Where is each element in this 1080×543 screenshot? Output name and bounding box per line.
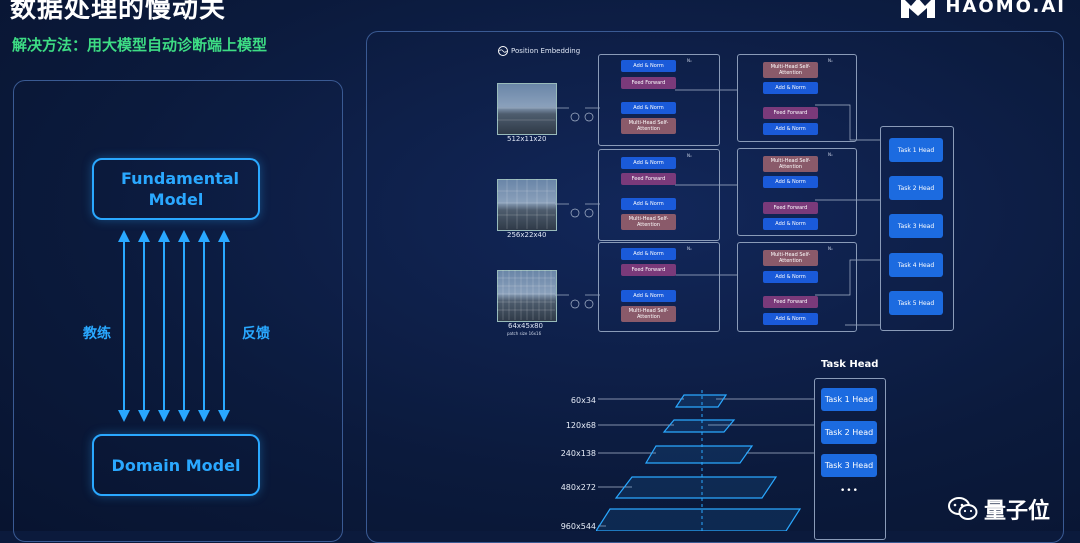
feed-forward-block: Feed Forward — [763, 296, 818, 308]
pyramid-level-5-label: 960x544 — [560, 522, 596, 531]
nx-label-6: Nₓ — [828, 246, 833, 251]
fundamental-model-box: Fundamental Model — [92, 158, 260, 220]
add-norm-block: Add & Norm — [621, 290, 676, 302]
add-norm-block: Add & Norm — [763, 82, 818, 94]
feed-forward-block: Feed Forward — [621, 77, 676, 89]
task-head-title: Task Head — [821, 359, 879, 370]
task-head-bottom-2: Task 2 Head — [821, 421, 877, 444]
add-norm-block: Add & Norm — [763, 123, 818, 135]
input-size-3: 64x45x80 — [508, 322, 544, 330]
coach-label: 教练 — [83, 326, 111, 342]
task-head-bottom-3: Task 3 Head — [821, 454, 877, 477]
slide-title: 数据处理的慢动关 — [10, 0, 227, 24]
input-size-1: 512x11x20 — [507, 135, 547, 143]
self-attention-block: Multi-Head Self-Attention — [763, 62, 818, 78]
bidirectional-arrows — [118, 230, 230, 422]
feed-forward-block: Feed Forward — [621, 173, 676, 185]
domain-model-box: Domain Model — [92, 434, 260, 496]
pyramid-level-4-label: 480x272 — [560, 483, 596, 492]
haomo-logo: HAOMO.AI — [899, 0, 1066, 20]
fundamental-model-label: Fundamental Model — [121, 169, 240, 209]
nx-label-4: Nₓ — [828, 58, 833, 63]
feed-forward-block: Feed Forward — [763, 202, 818, 214]
watermark: 量子位 — [947, 493, 1050, 525]
feature-pyramid — [596, 390, 814, 531]
slide-subtitle: 解决方法：用大模型自动诊断端上模型 — [12, 36, 268, 54]
task-head-5: Task 5 Head — [889, 291, 943, 315]
pyramid-level-3-label: 240x138 — [560, 449, 596, 458]
wechat-icon — [947, 497, 978, 520]
domain-model-label: Domain Model — [111, 455, 241, 475]
self-attention-block: Multi-Head Self-Attention — [763, 156, 818, 172]
nx-label-1: Nₓ — [687, 58, 692, 63]
nx-label-5: Nₓ — [828, 152, 833, 157]
add-norm-block: Add & Norm — [621, 102, 676, 114]
self-attention-block: Multi-Head Self-Attention — [621, 118, 676, 134]
self-attention-block: Multi-Head Self-Attention — [621, 306, 676, 322]
haomo-logo-icon — [901, 0, 936, 18]
more-ellipsis: ••• — [840, 486, 859, 496]
feed-forward-block: Feed Forward — [763, 107, 818, 119]
watermark-text: 量子位 — [983, 499, 1050, 524]
position-embedding-icon — [498, 46, 508, 56]
self-attention-block: Multi-Head Self-Attention — [763, 250, 818, 266]
add-norm-block: Add & Norm — [763, 313, 818, 325]
add-norm-block: Add & Norm — [621, 198, 676, 210]
add-norm-block: Add & Norm — [763, 218, 818, 230]
self-attention-block: Multi-Head Self-Attention — [621, 214, 676, 230]
task-head-bottom-1: Task 1 Head — [821, 388, 877, 411]
task-head-1: Task 1 Head — [889, 138, 943, 162]
feed-forward-block: Feed Forward — [621, 264, 676, 276]
slide: 数据处理的慢动关 解决方法：用大模型自动诊断端上模型 HAOMO.AI Fund… — [0, 0, 1080, 543]
task-head-2: Task 2 Head — [889, 176, 943, 200]
input-size-2: 256x22x40 — [507, 231, 547, 239]
feedback-label: 反馈 — [242, 326, 270, 342]
task-head-3: Task 3 Head — [889, 214, 943, 238]
patch-size-note: patch size 16x16 — [507, 331, 542, 336]
add-norm-block: Add & Norm — [621, 157, 676, 169]
nx-label-3: Nₓ — [687, 246, 692, 251]
pyramid-level-1-label: 60x34 — [570, 396, 596, 405]
pyramid-level-2-label: 120x68 — [565, 421, 596, 430]
add-norm-block: Add & Norm — [763, 271, 818, 283]
logo-text: HAOMO.AI — [945, 0, 1066, 17]
add-norm-block: Add & Norm — [763, 176, 818, 188]
add-norm-block: Add & Norm — [621, 60, 676, 72]
add-norm-block: Add & Norm — [621, 248, 676, 260]
image-grids — [497, 107, 555, 320]
nx-label-2: Nₓ — [687, 153, 692, 158]
task-head-4: Task 4 Head — [889, 253, 943, 277]
